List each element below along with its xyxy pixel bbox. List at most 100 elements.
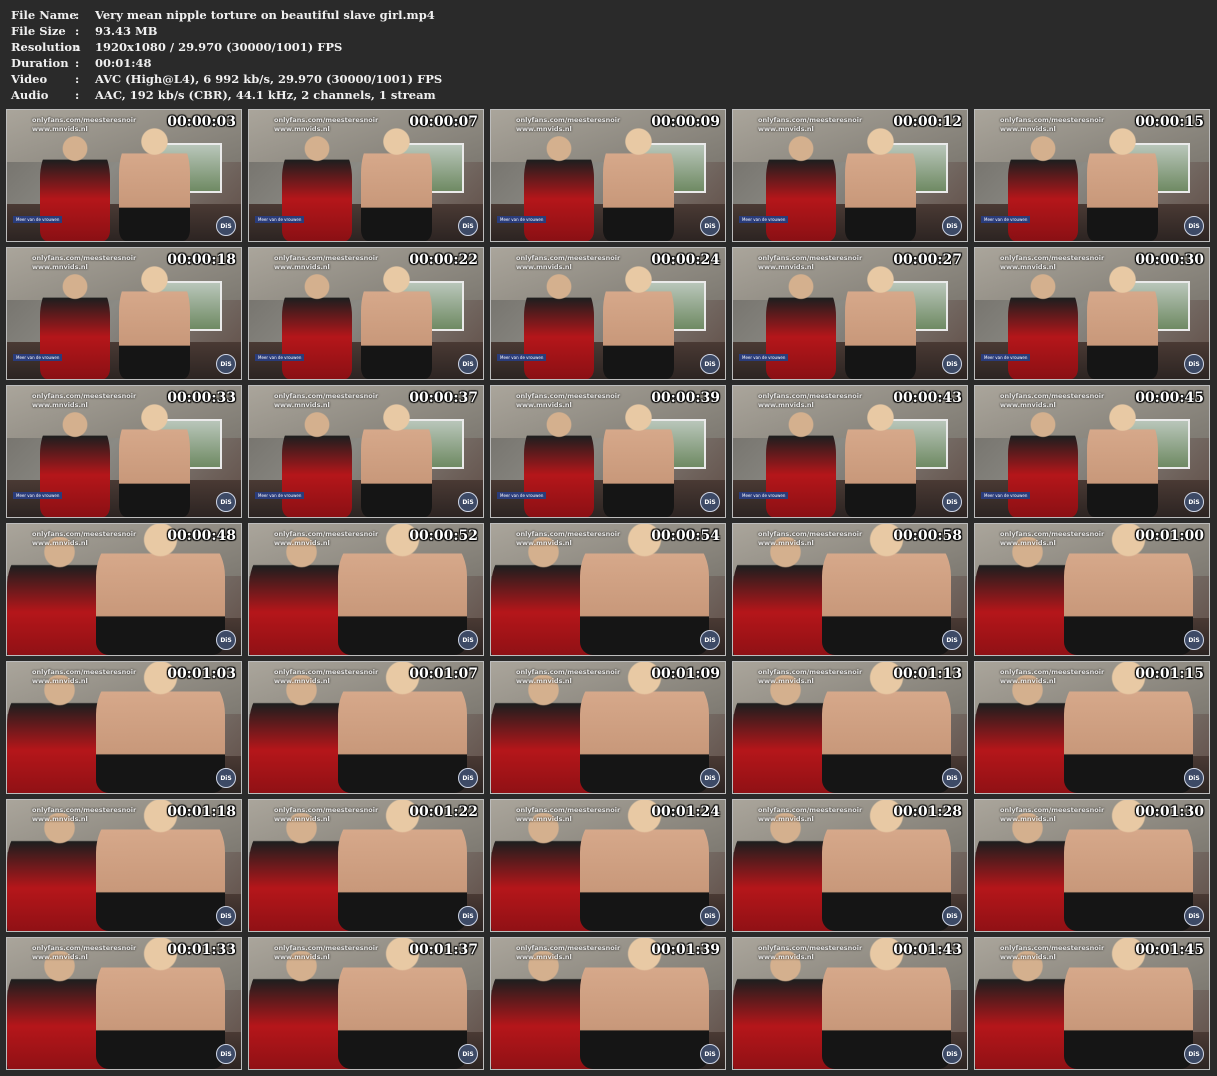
- watermark-line: onlyfans.com/meesteresnoir: [758, 392, 863, 400]
- watermark-text: onlyfans.com/meesteresnoir www.mnvids.nl: [274, 392, 378, 410]
- thumbnail-timestamp: 00:00:48: [167, 528, 236, 544]
- watermark-text: onlyfans.com/meesteresnoir www.mnvids.nl: [1000, 806, 1104, 824]
- frame-sign: Meer van de vrouwen: [981, 354, 1031, 361]
- thumbnail-timestamp: 00:00:39: [651, 390, 720, 406]
- watermark-line: www.mnvids.nl: [1000, 539, 1056, 547]
- watermark-text: onlyfans.com/meesteresnoir www.mnvids.nl: [516, 806, 620, 824]
- watermark-text: onlyfans.com/meesteresnoir www.mnvids.nl: [274, 806, 378, 824]
- watermark-text: onlyfans.com/meesteresnoir www.mnvids.nl: [1000, 254, 1104, 272]
- thumbnail-timestamp: 00:01:13: [893, 666, 962, 682]
- thumbnail-timestamp: 00:01:45: [1135, 942, 1204, 958]
- frame-figure: [845, 266, 916, 379]
- frame-sign: Meer van de vrouwen: [497, 492, 547, 499]
- watermark-line: onlyfans.com/meesteresnoir: [274, 806, 379, 814]
- frame-figure: [765, 136, 836, 241]
- frame-figure: [603, 404, 674, 517]
- frame-sign: Meer van de vrouwen: [13, 492, 63, 499]
- info-separator: :: [75, 56, 80, 70]
- channel-logo-icon: DiS: [942, 216, 962, 236]
- watermark-line: onlyfans.com/meesteresnoir: [32, 254, 137, 262]
- thumbnail-timestamp: 00:01:03: [167, 666, 236, 682]
- watermark-text: onlyfans.com/meesteresnoir www.mnvids.nl: [516, 392, 620, 410]
- frame-figure: [119, 266, 190, 379]
- watermark-line: www.mnvids.nl: [758, 953, 814, 961]
- info-key: File Size: [11, 24, 66, 38]
- watermark-text: onlyfans.com/meesteresnoir www.mnvids.nl: [758, 116, 862, 134]
- thumbnail-timestamp: 00:00:07: [409, 114, 478, 130]
- video-thumbnail: onlyfans.com/meesteresnoir www.mnvids.nl M…: [6, 109, 242, 242]
- watermark-text: onlyfans.com/meesteresnoir www.mnvids.nl: [516, 254, 620, 272]
- video-thumbnail: onlyfans.com/meesteresnoir www.mnvids.nl M…: [974, 385, 1210, 518]
- channel-logo-icon: DiS: [458, 630, 478, 650]
- channel-logo-icon: DiS: [1184, 354, 1204, 374]
- frame-figure: [1087, 404, 1158, 517]
- watermark-text: onlyfans.com/meesteresnoir www.mnvids.nl: [1000, 392, 1104, 410]
- watermark-line: www.mnvids.nl: [516, 953, 572, 961]
- frame-figure: [39, 412, 110, 517]
- frame-figure: [1087, 266, 1158, 379]
- frame-figure: [523, 136, 594, 241]
- frame-figure: [845, 128, 916, 241]
- channel-logo-icon: DiS: [216, 768, 236, 788]
- info-row-resolution: Resolution : 1920x1080 / 29.970 (30000/1…: [11, 39, 442, 55]
- watermark-text: onlyfans.com/meesteresnoir www.mnvids.nl: [758, 806, 862, 824]
- watermark-line: onlyfans.com/meesteresnoir: [32, 806, 137, 814]
- watermark-line: www.mnvids.nl: [1000, 263, 1056, 271]
- video-thumbnail: onlyfans.com/meesteresnoir www.mnvids.nl M…: [248, 247, 484, 380]
- thumbnail-timestamp: 00:01:00: [1135, 528, 1204, 544]
- watermark-line: onlyfans.com/meesteresnoir: [274, 944, 379, 952]
- watermark-line: onlyfans.com/meesteresnoir: [516, 392, 621, 400]
- watermark-line: onlyfans.com/meesteresnoir: [1000, 668, 1105, 676]
- watermark-line: onlyfans.com/meesteresnoir: [32, 944, 137, 952]
- frame-figure: [603, 266, 674, 379]
- watermark-line: www.mnvids.nl: [758, 539, 814, 547]
- watermark-text: onlyfans.com/meesteresnoir www.mnvids.nl: [32, 668, 136, 686]
- thumbnail-timestamp: 00:01:30: [1135, 804, 1204, 820]
- video-thumbnail: onlyfans.com/meesteresnoir www.mnvids.nl 0…: [490, 937, 726, 1070]
- channel-logo-icon: DiS: [458, 1044, 478, 1064]
- info-row-duration: Duration : 00:01:48: [11, 55, 442, 71]
- watermark-line: onlyfans.com/meesteresnoir: [758, 116, 863, 124]
- info-key: Resolution: [11, 40, 81, 54]
- video-thumbnail: onlyfans.com/meesteresnoir www.mnvids.nl M…: [248, 109, 484, 242]
- info-value: AAC, 192 kb/s (CBR), 44.1 kHz, 2 channel…: [95, 88, 436, 102]
- watermark-line: www.mnvids.nl: [758, 677, 814, 685]
- thumbnail-timestamp: 00:00:18: [167, 252, 236, 268]
- watermark-line: www.mnvids.nl: [32, 953, 88, 961]
- frame-figure: [523, 274, 594, 379]
- watermark-line: onlyfans.com/meesteresnoir: [516, 944, 621, 952]
- watermark-text: onlyfans.com/meesteresnoir www.mnvids.nl: [274, 944, 378, 962]
- channel-logo-icon: DiS: [216, 906, 236, 926]
- thumbnail-timestamp: 00:00:54: [651, 528, 720, 544]
- thumbnail-timestamp: 00:00:52: [409, 528, 478, 544]
- video-thumbnail: onlyfans.com/meesteresnoir www.mnvids.nl 0…: [6, 661, 242, 794]
- watermark-line: onlyfans.com/meesteresnoir: [274, 116, 379, 124]
- watermark-text: onlyfans.com/meesteresnoir www.mnvids.nl: [274, 668, 378, 686]
- watermark-line: onlyfans.com/meesteresnoir: [274, 668, 379, 676]
- info-key: Duration: [11, 56, 69, 70]
- channel-logo-icon: DiS: [700, 906, 720, 926]
- video-thumbnail: onlyfans.com/meesteresnoir www.mnvids.nl 0…: [490, 799, 726, 932]
- watermark-line: www.mnvids.nl: [32, 539, 88, 547]
- info-key: Video: [11, 72, 48, 86]
- video-thumbnail: onlyfans.com/meesteresnoir www.mnvids.nl 0…: [248, 661, 484, 794]
- watermark-text: onlyfans.com/meesteresnoir www.mnvids.nl: [758, 944, 862, 962]
- video-thumbnail: onlyfans.com/meesteresnoir www.mnvids.nl 0…: [732, 523, 968, 656]
- watermark-text: onlyfans.com/meesteresnoir www.mnvids.nl: [758, 668, 862, 686]
- channel-logo-icon: DiS: [216, 354, 236, 374]
- video-thumbnail: onlyfans.com/meesteresnoir www.mnvids.nl 0…: [248, 799, 484, 932]
- info-row-video: Video : AVC (High@L4), 6 992 kb/s, 29.97…: [11, 71, 442, 87]
- watermark-line: www.mnvids.nl: [274, 677, 330, 685]
- channel-logo-icon: DiS: [1184, 216, 1204, 236]
- thumbnail-timestamp: 00:01:18: [167, 804, 236, 820]
- video-thumbnail: onlyfans.com/meesteresnoir www.mnvids.nl 0…: [732, 799, 968, 932]
- watermark-line: onlyfans.com/meesteresnoir: [274, 254, 379, 262]
- frame-sign: Meer van de vrouwen: [739, 492, 789, 499]
- info-row-filesize: File Size : 93.43 MB: [11, 23, 442, 39]
- thumbnail-timestamp: 00:00:30: [1135, 252, 1204, 268]
- thumbnail-timestamp: 00:01:39: [651, 942, 720, 958]
- watermark-line: onlyfans.com/meesteresnoir: [274, 392, 379, 400]
- video-thumbnail: onlyfans.com/meesteresnoir www.mnvids.nl 0…: [974, 523, 1210, 656]
- watermark-line: www.mnvids.nl: [32, 263, 88, 271]
- info-value: Very mean nipple torture on beautiful sl…: [95, 8, 435, 22]
